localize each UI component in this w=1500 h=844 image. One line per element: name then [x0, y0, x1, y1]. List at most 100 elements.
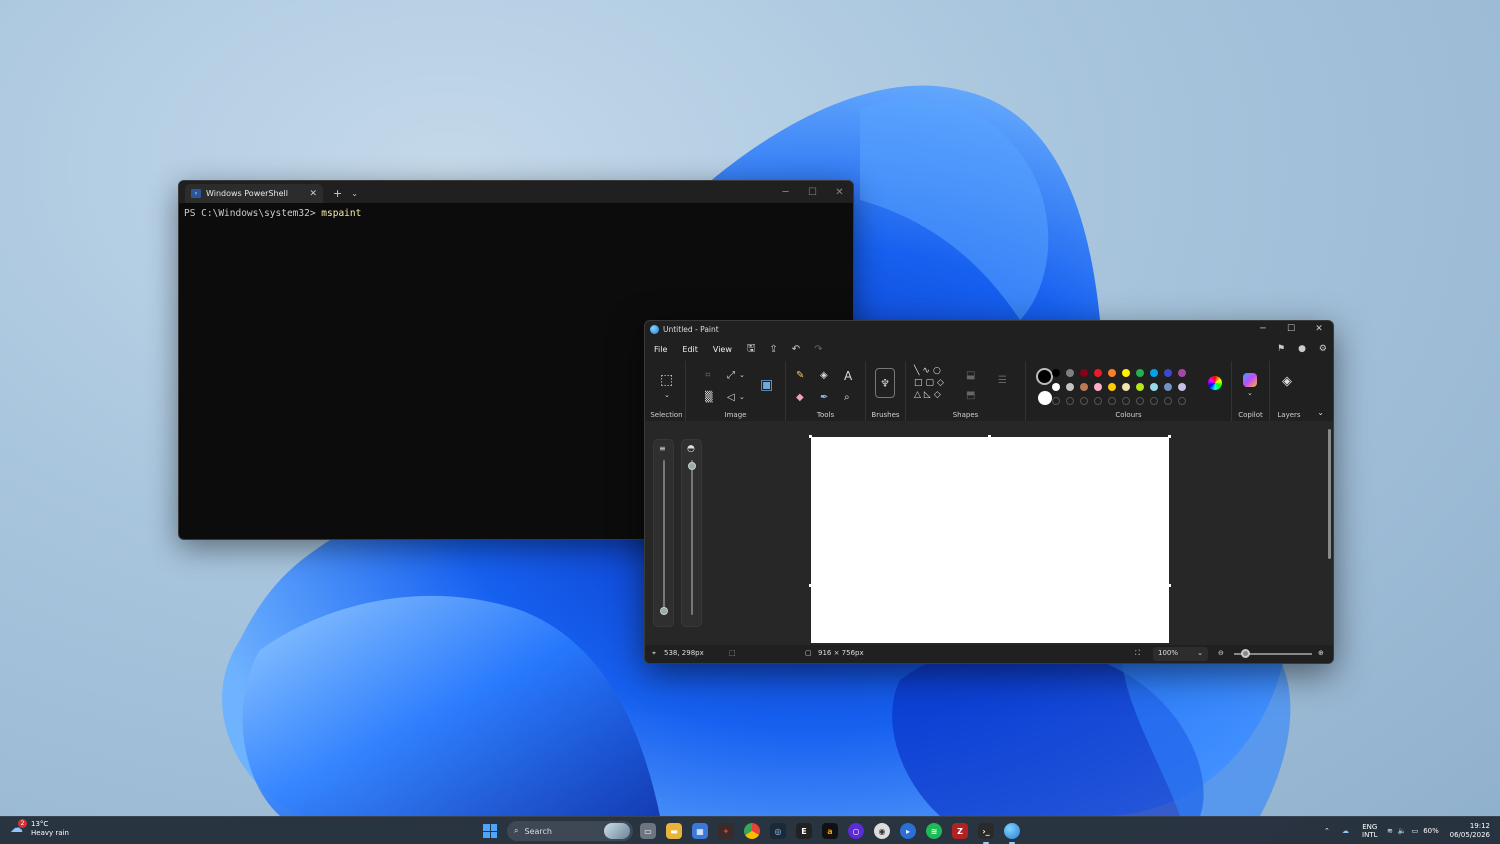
blue-app-icon[interactable]: ▸: [900, 823, 916, 839]
image-creator-icon[interactable]: ▣: [760, 378, 773, 392]
colour-swatch[interactable]: [1178, 383, 1186, 391]
filezilla-icon[interactable]: Z: [952, 823, 968, 839]
canvas-resize-handle[interactable]: [988, 435, 991, 438]
colour-swatch[interactable]: [1164, 369, 1172, 377]
terminal-taskbar-icon[interactable]: ›_: [978, 823, 994, 844]
colour-swatch[interactable]: [1178, 369, 1186, 377]
fill-icon[interactable]: ◈: [820, 371, 828, 381]
resize-icon[interactable]: ⤢: [727, 371, 735, 381]
account-icon[interactable]: ●: [1298, 344, 1306, 354]
custom-colour-slot[interactable]: [1108, 397, 1116, 405]
amazon-icon[interactable]: a: [822, 823, 838, 839]
zoom-slider-knob[interactable]: [1241, 649, 1250, 658]
chevron-down-icon[interactable]: ⌄: [1247, 390, 1253, 397]
custom-colour-slot[interactable]: [1178, 397, 1186, 405]
redo-icon[interactable]: ↷: [814, 344, 822, 355]
shape-row2-icons[interactable]: □▢◇: [914, 379, 947, 388]
opacity-slider-knob[interactable]: [688, 462, 696, 470]
colour-swatch[interactable]: [1136, 383, 1144, 391]
red-app-icon[interactable]: ✦: [718, 823, 734, 839]
ribbon-expand-icon[interactable]: ⌄: [1317, 409, 1324, 417]
colour-swatch[interactable]: [1080, 369, 1088, 377]
file-explorer-icon[interactable]: ▬: [666, 823, 682, 839]
gear-icon[interactable]: ⚙: [1319, 344, 1327, 354]
shape-row3-icons[interactable]: △◺◇: [914, 391, 944, 400]
zoom-out-icon[interactable]: ⊖: [1218, 649, 1224, 657]
custom-colour-slot[interactable]: [1150, 397, 1158, 405]
zoom-level-dropdown[interactable]: 100% ⌄: [1153, 647, 1208, 661]
chrome-icon[interactable]: [744, 823, 760, 839]
layers-icon[interactable]: ◈: [1282, 375, 1292, 388]
size-slider-knob[interactable]: [660, 607, 668, 615]
shape-fill-icon[interactable]: ⬒: [966, 391, 975, 401]
magnifier-icon[interactable]: ⌕: [844, 393, 850, 403]
brush-icon[interactable]: ♆: [875, 368, 895, 398]
close-button[interactable]: ✕: [1305, 321, 1333, 337]
fit-to-window-icon[interactable]: ⛶: [1135, 649, 1140, 658]
copilot-icon[interactable]: [1243, 373, 1257, 387]
weather-widget[interactable]: ☁ 2 13°C Heavy rain: [10, 819, 69, 838]
terminal-console[interactable]: PS C:\Windows\system32> mspaint: [179, 203, 853, 224]
zoom-in-icon[interactable]: ⊕: [1318, 649, 1324, 657]
edit-colours-icon[interactable]: [1208, 376, 1222, 390]
chevron-down-icon[interactable]: ⌄: [739, 372, 745, 379]
obs-icon[interactable]: ◉: [874, 823, 890, 839]
remove-background-icon[interactable]: ▒: [705, 393, 713, 403]
chevron-down-icon[interactable]: ⌄: [664, 392, 670, 399]
rotate-icon[interactable]: ◁: [727, 393, 735, 403]
colour-swatch[interactable]: [1066, 369, 1074, 377]
eraser-icon[interactable]: ◆: [796, 393, 804, 403]
undo-icon[interactable]: ↶: [792, 344, 800, 355]
selection-icon[interactable]: ⬚: [660, 373, 673, 387]
terminal-tab-powershell[interactable]: › Windows PowerShell ✕: [185, 184, 323, 203]
menu-file[interactable]: File: [654, 345, 667, 354]
spotify-icon[interactable]: ≋: [926, 823, 942, 839]
share-icon[interactable]: ⇪: [769, 344, 777, 355]
drawing-canvas[interactable]: [811, 437, 1169, 643]
colour-swatch[interactable]: [1094, 369, 1102, 377]
canvas-resize-handle[interactable]: [1168, 435, 1171, 438]
colour-swatch[interactable]: [1122, 369, 1130, 377]
paint-window[interactable]: Untitled - Paint ─ ☐ ✕ File Edit View 🖫 …: [644, 320, 1334, 664]
primary-colour-swatch[interactable]: [1036, 368, 1053, 385]
maximize-button[interactable]: ☐: [799, 181, 826, 203]
save-icon[interactable]: 🖫: [747, 341, 756, 358]
colour-swatch[interactable]: [1136, 369, 1144, 377]
close-button[interactable]: ✕: [826, 181, 853, 203]
custom-colour-slot[interactable]: [1164, 397, 1172, 405]
terminal-titlebar[interactable]: › Windows PowerShell ✕ + ⌄ ─ ☐ ✕: [179, 181, 853, 203]
shape-size-icon[interactable]: ☰: [998, 376, 1007, 386]
new-tab-button[interactable]: +: [333, 184, 342, 203]
canvas-resize-handle[interactable]: [1168, 584, 1171, 587]
text-icon[interactable]: A: [844, 370, 852, 382]
colour-swatch[interactable]: [1052, 383, 1060, 391]
colour-swatch[interactable]: [1108, 369, 1116, 377]
brush-size-slider[interactable]: ≡: [653, 439, 674, 627]
custom-colour-slot[interactable]: [1052, 397, 1060, 405]
close-tab-icon[interactable]: ✕: [309, 189, 317, 199]
vertical-scrollbar[interactable]: [1328, 429, 1331, 559]
tray-overflow-chevron[interactable]: ⌃: [1324, 817, 1330, 844]
language-indicator[interactable]: ENG INTL: [1362, 817, 1377, 844]
clock[interactable]: 19:12 06/05/2026: [1450, 822, 1490, 840]
colour-swatch[interactable]: [1150, 369, 1158, 377]
feedback-icon[interactable]: ⚑: [1277, 344, 1285, 354]
custom-colour-slot[interactable]: [1136, 397, 1144, 405]
pencil-icon[interactable]: ✎: [796, 371, 804, 381]
paint-titlebar[interactable]: Untitled - Paint ─ ☐ ✕: [645, 321, 1333, 337]
chevron-down-icon[interactable]: ⌄: [739, 394, 745, 401]
crop-icon[interactable]: ⌗: [705, 371, 711, 381]
maximize-button[interactable]: ☐: [1277, 321, 1305, 337]
custom-colour-slot[interactable]: [1122, 397, 1130, 405]
shape-row1-icons[interactable]: ╲∿○: [914, 367, 944, 376]
canvas-resize-handle[interactable]: [809, 435, 812, 438]
shape-outline-icon[interactable]: ⬓: [966, 371, 975, 381]
colour-swatch[interactable]: [1150, 383, 1158, 391]
colour-swatch[interactable]: [1052, 369, 1060, 377]
quick-settings[interactable]: ≋ 🔈 ▭ 60%: [1387, 817, 1439, 844]
paint-taskbar-icon[interactable]: [1004, 823, 1020, 844]
custom-colour-slot[interactable]: [1080, 397, 1088, 405]
task-view-icon[interactable]: ▭: [640, 823, 656, 839]
menu-edit[interactable]: Edit: [682, 345, 698, 354]
purple-app-icon[interactable]: ○: [848, 823, 864, 839]
